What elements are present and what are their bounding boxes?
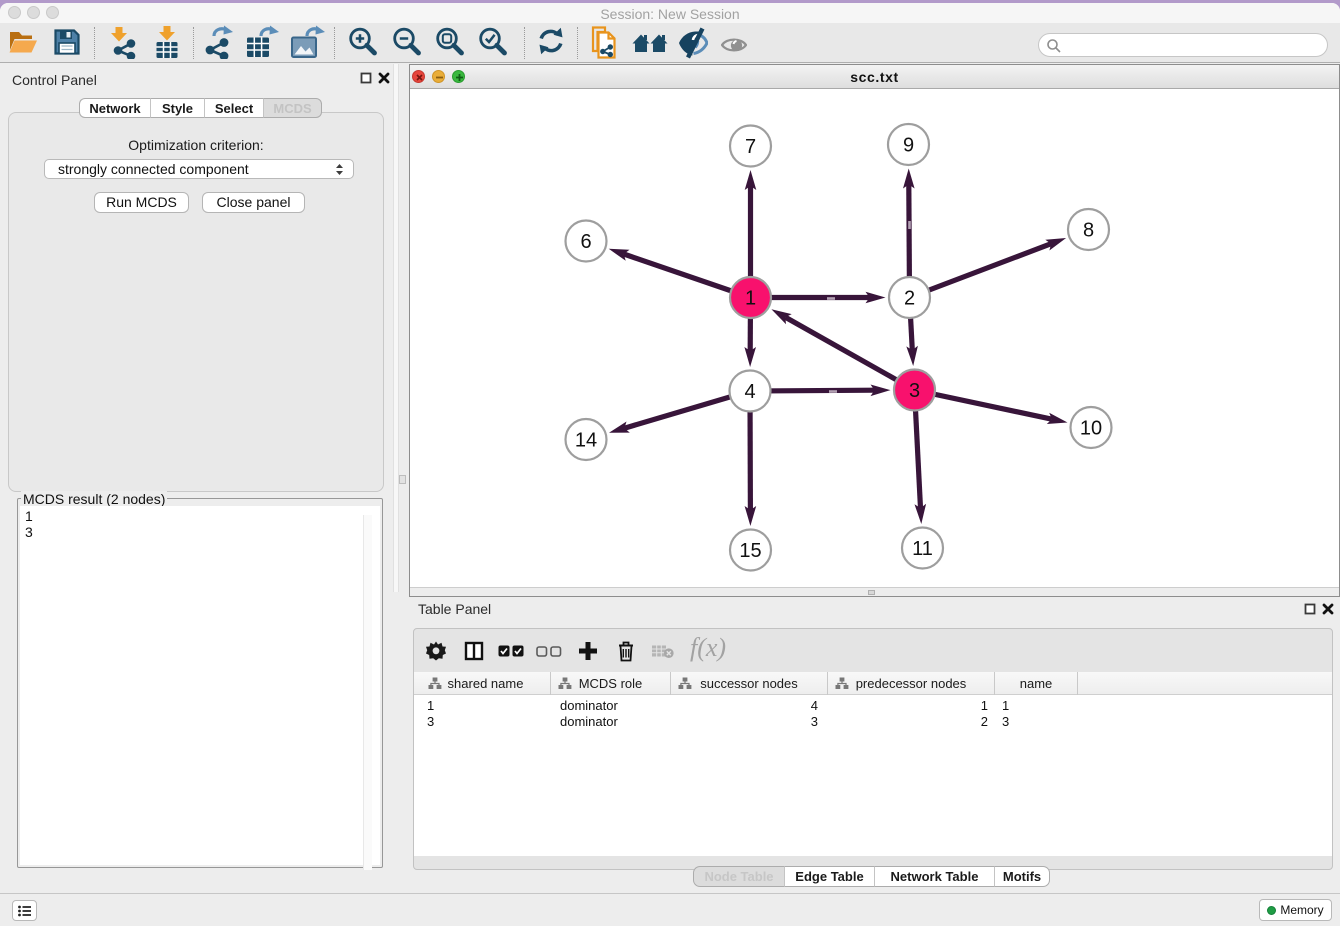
svg-text:7: 7 [745,136,756,158]
svg-text:11: 11 [912,538,933,560]
svg-text:3: 3 [909,380,920,402]
svg-text:8: 8 [1083,220,1094,242]
svg-text:4: 4 [744,381,755,403]
svg-text:15: 15 [739,540,761,562]
svg-text:6: 6 [580,231,591,253]
svg-text:10: 10 [1080,418,1102,440]
svg-text:2: 2 [904,288,915,310]
svg-text:14: 14 [575,430,597,452]
svg-text:1: 1 [745,288,756,310]
svg-text:9: 9 [903,135,914,157]
